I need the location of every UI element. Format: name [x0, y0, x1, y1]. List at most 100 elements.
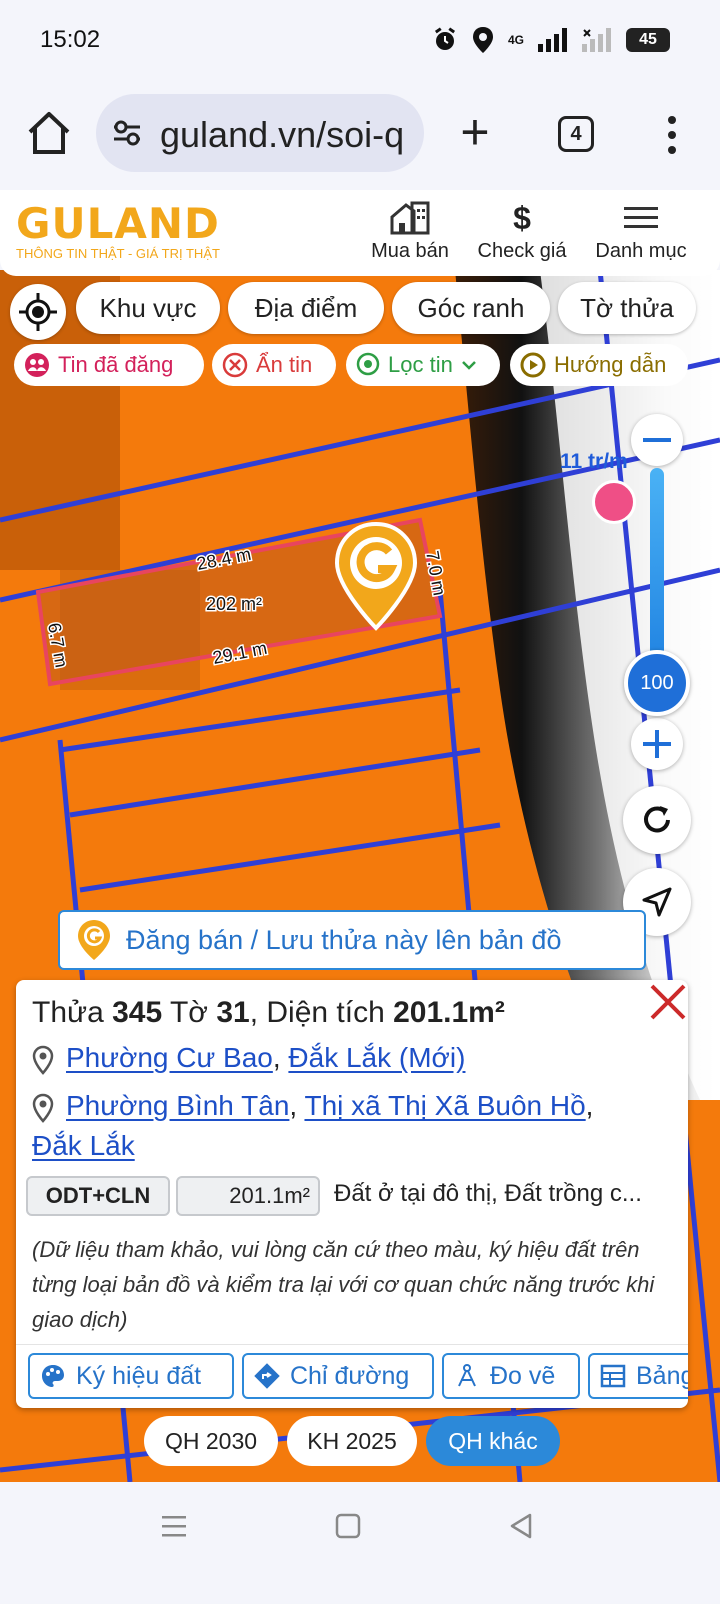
- navigation-icon: [642, 887, 672, 917]
- chevron-down-icon: [461, 361, 476, 370]
- chip-goc-ranh[interactable]: Góc ranh: [392, 282, 550, 334]
- back-icon[interactable]: [508, 1512, 534, 1540]
- land-symbol-button[interactable]: Ký hiệu đất: [28, 1353, 234, 1399]
- province-old-link[interactable]: Đắk Lắk: [32, 1130, 135, 1161]
- recent-apps-icon[interactable]: [160, 1512, 188, 1540]
- home-nav-icon[interactable]: [335, 1512, 361, 1540]
- address-new: Phường Cư Bao, Đắk Lắk (Mới): [32, 1038, 465, 1078]
- land-code-badge: ODT+CLN: [26, 1176, 170, 1216]
- zoom-out-button[interactable]: [631, 414, 683, 466]
- directions-button[interactable]: Chỉ đường: [242, 1353, 434, 1399]
- close-circle-icon: [222, 352, 248, 378]
- price-marker[interactable]: [592, 480, 636, 524]
- alarm-icon: [434, 27, 456, 50]
- disclaimer-note: (Dữ liệu tham khảo, vui lòng căn cứ theo…: [32, 1237, 655, 1332]
- system-nav-bar: [0, 1482, 720, 1604]
- table-icon: [600, 1364, 626, 1388]
- filter-label: Tin đã đăng: [58, 352, 174, 377]
- parcel-area: 201.1m²: [393, 996, 505, 1029]
- logo-tagline: THÔNG TIN THẬT - GIÁ TRỊ THẬT: [16, 246, 220, 261]
- measure-draw-button[interactable]: Đo vẽ: [442, 1353, 580, 1399]
- land-type-text: Đất ở tại đô thị, Đất trồng c...: [334, 1180, 642, 1207]
- more-options-icon[interactable]: [660, 110, 684, 160]
- crosshair-icon: [19, 293, 57, 331]
- address-bar[interactable]: guland.vn/soi-q: [96, 94, 424, 172]
- address-old: Phường Bình Tân, Thị xã Thị Xã Buôn Hồ, Đ…: [32, 1086, 672, 1166]
- battery-icon: 45: [626, 28, 670, 52]
- refresh-icon: [644, 806, 670, 833]
- nav-check-gia[interactable]: $ Check giá: [474, 200, 570, 263]
- ward-old-link[interactable]: Phường Bình Tân: [66, 1090, 289, 1121]
- close-icon[interactable]: [648, 980, 688, 1024]
- clock: 15:02: [40, 26, 101, 53]
- action-label: Đo vẽ: [490, 1361, 556, 1390]
- filter-posted-button[interactable]: Tin đã đăng: [14, 344, 204, 386]
- nav-label: Mua bán: [371, 240, 449, 262]
- lot-number: 345: [112, 996, 163, 1029]
- planning-layer-bar: QH 2030 KH 2025 QH khác: [0, 1416, 720, 1468]
- filter-bar: Tin đã đăng Ẩn tin Lọc tin Hướng dẫn: [0, 344, 720, 388]
- nav-mua-ban[interactable]: Mua bán: [368, 200, 452, 263]
- site-settings-icon[interactable]: [112, 120, 142, 146]
- location-pin-icon[interactable]: [334, 522, 418, 632]
- status-bar: 15:02 4G 45: [0, 0, 720, 80]
- map-marker-icon: [32, 1045, 54, 1075]
- action-label: Ký hiệu đất: [76, 1361, 202, 1390]
- plan-qh-2030-button[interactable]: QH 2030: [144, 1416, 278, 1466]
- plan-qh-khac-button[interactable]: QH khác: [426, 1416, 560, 1466]
- site-header: GULAND THÔNG TIN THẬT - GIÁ TRỊ THẬT Mua…: [0, 190, 720, 276]
- signal-2-icon: [582, 28, 611, 52]
- guland-logo[interactable]: GULAND THÔNG TIN THẬT - GIÁ TRỊ THẬT: [16, 199, 220, 262]
- screen: 15:02 4G 45 guland.vn/soi-q + 4 28.4 m 2…: [0, 0, 720, 1604]
- parcel-area-label: 202 m²: [206, 594, 262, 614]
- action-label: Chỉ đường: [290, 1361, 410, 1390]
- new-tab-button[interactable]: +: [450, 107, 500, 157]
- network-type: 4G: [507, 33, 524, 47]
- post-banner-text: Đăng bán / Lưu thửa này lên bản đồ: [126, 924, 562, 955]
- nav-label: Check giá: [477, 240, 567, 262]
- action-label: Bảng: [636, 1361, 688, 1390]
- zoom-in-button[interactable]: [631, 718, 683, 770]
- refresh-button[interactable]: [623, 786, 691, 854]
- parcel-title: Thửa 345 Tờ 31, Diện tích 201.1m²: [32, 996, 505, 1030]
- url-text[interactable]: guland.vn/soi-q: [160, 114, 404, 156]
- hamburger-icon: [624, 207, 658, 228]
- locate-me-button[interactable]: [10, 284, 66, 340]
- compass-draw-icon: [458, 1364, 476, 1387]
- table-button[interactable]: Bảng: [588, 1353, 688, 1399]
- land-area-badge: 201.1m²: [176, 1176, 320, 1216]
- chip-dia-diem[interactable]: Địa điểm: [228, 282, 384, 334]
- tab-switcher-button[interactable]: 4: [558, 116, 594, 152]
- separator: ,: [585, 1090, 594, 1121]
- guide-button[interactable]: Hướng dẫn: [510, 344, 688, 386]
- map-pin-icon: [356, 352, 380, 376]
- sheet-prefix: Tờ: [169, 996, 208, 1029]
- chip-to-thua[interactable]: Tờ thửa: [558, 282, 696, 334]
- logo-wordmark: GULAND: [16, 199, 220, 248]
- ward-new-link[interactable]: Phường Cư Bao: [66, 1042, 273, 1073]
- province-new-link[interactable]: Đắk Lắk (Mới): [288, 1042, 465, 1073]
- filter-label: Ẩn tin: [256, 352, 313, 377]
- status-icons: 4G 45: [432, 26, 670, 54]
- filter-label: Hướng dẫn: [554, 352, 667, 377]
- home-icon[interactable]: [24, 108, 74, 158]
- price-label: 11 tr/m: [560, 450, 628, 473]
- plan-kh-2025-button[interactable]: KH 2025: [287, 1416, 417, 1466]
- zoom-slider-knob[interactable]: 100: [624, 650, 690, 716]
- chip-khu-vuc[interactable]: Khu vực: [76, 282, 220, 334]
- map-marker-icon: [32, 1093, 54, 1123]
- building-icon: [390, 201, 430, 235]
- plus-icon: [643, 730, 671, 758]
- town-old-link[interactable]: Thị xã Thị Xã Buôn Hồ: [304, 1090, 585, 1121]
- separator: ,: [289, 1090, 298, 1121]
- guland-pin-icon: [78, 920, 110, 960]
- filter-hide-button[interactable]: Ẩn tin: [212, 344, 336, 386]
- nav-label: Danh mục: [595, 240, 687, 262]
- nav-danh-muc[interactable]: Danh mục: [592, 200, 690, 263]
- area-prefix: , Diện tích: [249, 996, 385, 1029]
- filter-dropdown-button[interactable]: Lọc tin: [346, 344, 500, 386]
- title-prefix: Thửa: [32, 996, 104, 1029]
- card-action-bar: Ký hiệu đất Chỉ đường Đo vẽ Bảng: [16, 1344, 688, 1408]
- post-listing-banner[interactable]: Đăng bán / Lưu thửa này lên bản đồ: [58, 910, 646, 970]
- sheet-number: 31: [216, 996, 250, 1029]
